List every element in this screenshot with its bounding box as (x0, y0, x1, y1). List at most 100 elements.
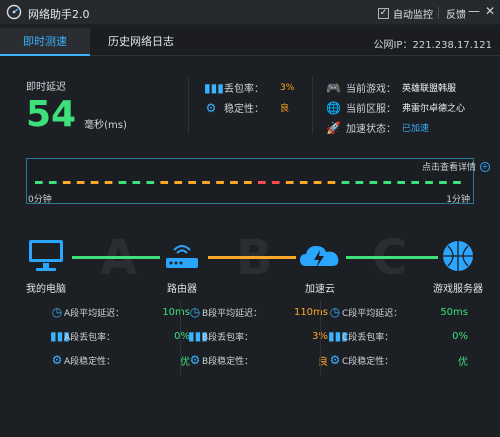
view-details-link[interactable]: 点击查看详情 + (422, 160, 490, 173)
current-region-label: 当前区服： (346, 104, 396, 115)
auto-monitor-label: 自动监控 (393, 10, 433, 21)
segment-link-a (72, 256, 160, 259)
segment-a-stability-label: A段稳定性： (64, 356, 116, 367)
segment-a-latency-row: ◷ A段平均延迟： 10ms (50, 300, 200, 324)
segment-a-stats: ◷ A段平均延迟： 10ms ▮▮▮ A段丢包率： 0% ⚙ A段稳定性： 优 (50, 300, 200, 372)
latency-dash (271, 181, 280, 184)
segment-b-latency-label: B段平均延迟： (202, 308, 263, 319)
gear-icon: ⚙ (51, 353, 63, 367)
segment-c-stability-label: C段稳定性： (342, 356, 394, 367)
segment-a-latency-label: A段平均延迟： (64, 308, 125, 319)
segment-a-stability-row: ⚙ A段稳定性： 优 (50, 348, 200, 372)
feedback-link[interactable]: 反馈 (446, 6, 466, 21)
globe-small-icon: 🌐 (326, 100, 341, 115)
divider (312, 76, 313, 134)
graph-x-start: 0分钟 (28, 195, 52, 205)
latency-label: 即时延迟 (26, 82, 66, 93)
loss-label: 丢包率： (224, 84, 264, 95)
cloud-bolt-icon (300, 246, 339, 268)
segment-c-stability-row: ⚙ C段稳定性： 优 (328, 348, 478, 372)
accel-status-value[interactable]: 已加速 (402, 121, 429, 134)
latency-dash (425, 181, 433, 184)
latency-dash (230, 181, 238, 184)
node-accel-cloud (292, 238, 348, 277)
divider (320, 300, 321, 376)
auto-monitor-checkbox[interactable]: ✓ (378, 8, 389, 19)
latency-dash (48, 181, 57, 184)
latency-dash (174, 181, 183, 184)
graph-x-end: 1分钟 (446, 195, 470, 205)
title-bar: 网络助手2.0 ✓ 自动监控 反馈 — ✕ (0, 0, 500, 24)
gear-icon: ⚙ (189, 353, 201, 367)
stability-label: 稳定性： (224, 104, 264, 115)
latency-dash (313, 181, 322, 184)
bars-icon: ▮▮▮ (188, 329, 208, 343)
node-game-server-label: 游戏服务器 (433, 284, 483, 295)
latency-dash (397, 181, 405, 184)
segment-a-loss-row: ▮▮▮ A段丢包率： 0% (50, 324, 200, 348)
current-region-value: 弗雷尔卓德之心 (402, 104, 466, 114)
stability-value: 良 (280, 104, 290, 114)
plus-circle-icon: + (480, 161, 490, 172)
latency-dash (258, 181, 266, 184)
latency-dash (90, 181, 99, 184)
router-icon (166, 245, 198, 268)
divider (180, 300, 181, 376)
latency-dash (216, 181, 224, 184)
latency-dash (411, 181, 419, 184)
node-my-computer-label: 我的电脑 (26, 284, 66, 295)
segment-c-stability-value: 优 (458, 356, 468, 368)
segment-b-loss-label: B段丢包率： (202, 332, 254, 343)
latency-panel: 即时延迟 54 毫秒(ms) (26, 78, 127, 133)
tab-realtime-speed[interactable]: 即时测速 (0, 28, 90, 56)
latency-dash (369, 181, 378, 184)
segment-a-loss-label: A段丢包率： (64, 332, 116, 343)
tab-history-log[interactable]: 历史网络日志 (96, 28, 186, 56)
latency-dash (439, 181, 447, 184)
segment-link-c (346, 256, 438, 259)
segment-c-latency-row: ◷ C段平均延迟： 50ms (328, 300, 478, 324)
divider (188, 76, 189, 134)
latency-dash (202, 181, 210, 184)
accel-status-label: 加速状态： (346, 124, 396, 135)
latency-dash (35, 181, 43, 184)
segment-c-stats: ◷ C段平均延迟： 50ms ▮▮▮ C段丢包率： 0% ⚙ C段稳定性： 优 (328, 300, 478, 372)
node-router-label: 路由器 (167, 284, 197, 295)
loss-row: ▮▮▮ 丢包率： 3% (204, 80, 294, 96)
segment-b-stability-label: B段稳定性： (202, 356, 254, 367)
current-game-row: 🎮 当前游戏： 英雄联盟韩服 (326, 80, 457, 96)
latency-dash (62, 181, 71, 184)
close-icon[interactable]: ✕ (485, 4, 495, 18)
auto-monitor-toggle[interactable]: ✓ 自动监控 (378, 6, 433, 21)
current-game-value: 英雄联盟韩服 (402, 84, 457, 94)
node-game-server (430, 238, 486, 277)
segment-b-latency-row: ◷ B段平均延迟： 110ms (188, 300, 338, 324)
current-region-row: 🌐 当前区服： 弗雷尔卓德之心 (326, 100, 466, 116)
minimize-icon[interactable]: — (468, 4, 480, 18)
latency-dash (383, 181, 392, 184)
node-accel-cloud-label: 加速云 (305, 284, 335, 295)
node-router (154, 238, 210, 277)
app-title: 网络助手2.0 (28, 8, 90, 21)
speedometer-logo (6, 4, 22, 20)
latency-dash (327, 181, 336, 184)
public-ip-value: 221.238.17.121 (412, 40, 492, 51)
latency-dash (188, 181, 196, 184)
latency-dash-line (35, 181, 461, 184)
latency-dash (355, 181, 364, 184)
segment-c-latency-label: C段平均延迟： (342, 308, 403, 319)
latency-dash (341, 181, 350, 184)
latency-dash (160, 181, 169, 184)
node-my-computer (18, 238, 74, 277)
bars-icon: ▮▮▮ (50, 329, 70, 343)
bars-icon: ▮▮▮ (204, 80, 224, 95)
segment-b-latency-value: 110ms (293, 306, 328, 318)
clock-icon: ◷ (51, 305, 63, 319)
current-game-label: 当前游戏： (346, 84, 396, 95)
latency-unit: 毫秒(ms) (84, 120, 127, 131)
view-details-label: 点击查看详情 (421, 163, 476, 173)
latency-dash (104, 181, 113, 184)
latency-dash (285, 181, 294, 184)
bars-icon: ▮▮▮ (328, 329, 348, 343)
latency-graph (26, 158, 474, 204)
